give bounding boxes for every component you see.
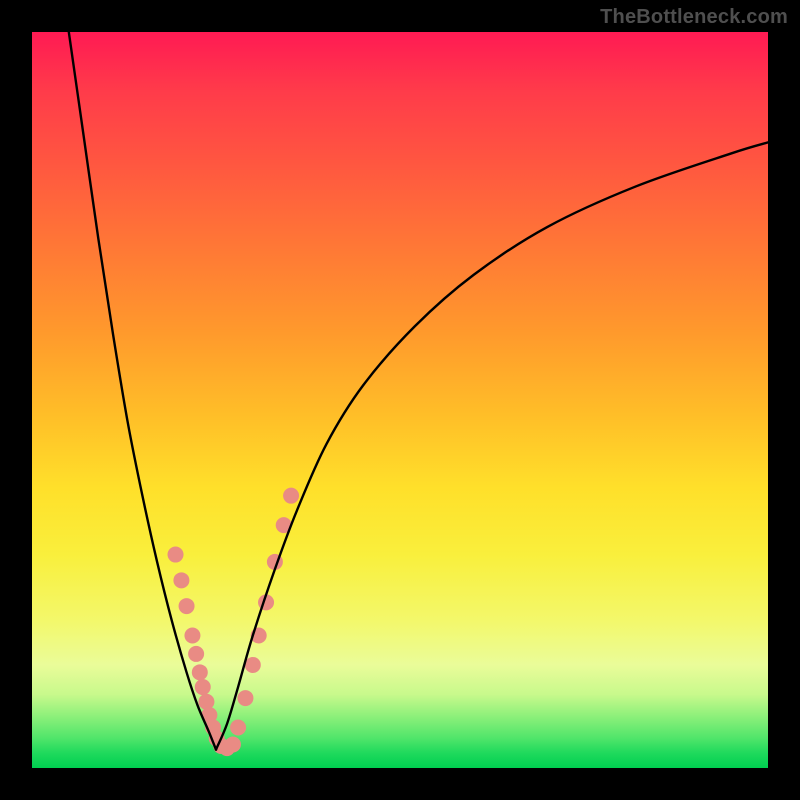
highlight-dot	[192, 664, 208, 680]
watermark-text: TheBottleneck.com	[600, 6, 788, 29]
highlight-dot	[179, 598, 195, 614]
highlight-dot	[230, 720, 246, 736]
chart-frame: TheBottleneck.com	[0, 0, 800, 800]
highlight-dot	[188, 646, 204, 662]
highlight-dot	[168, 547, 184, 563]
highlight-dot	[225, 736, 241, 752]
highlight-markers	[168, 488, 300, 756]
plot-area	[32, 32, 768, 768]
highlight-dot	[245, 657, 261, 673]
curve-layer	[32, 32, 768, 768]
highlight-dot	[237, 690, 253, 706]
highlight-dot	[198, 694, 214, 710]
right-branch-curve	[216, 142, 768, 749]
highlight-dot	[173, 572, 189, 588]
highlight-dot	[283, 488, 299, 504]
highlight-dot	[184, 628, 200, 644]
highlight-dot	[195, 679, 211, 695]
